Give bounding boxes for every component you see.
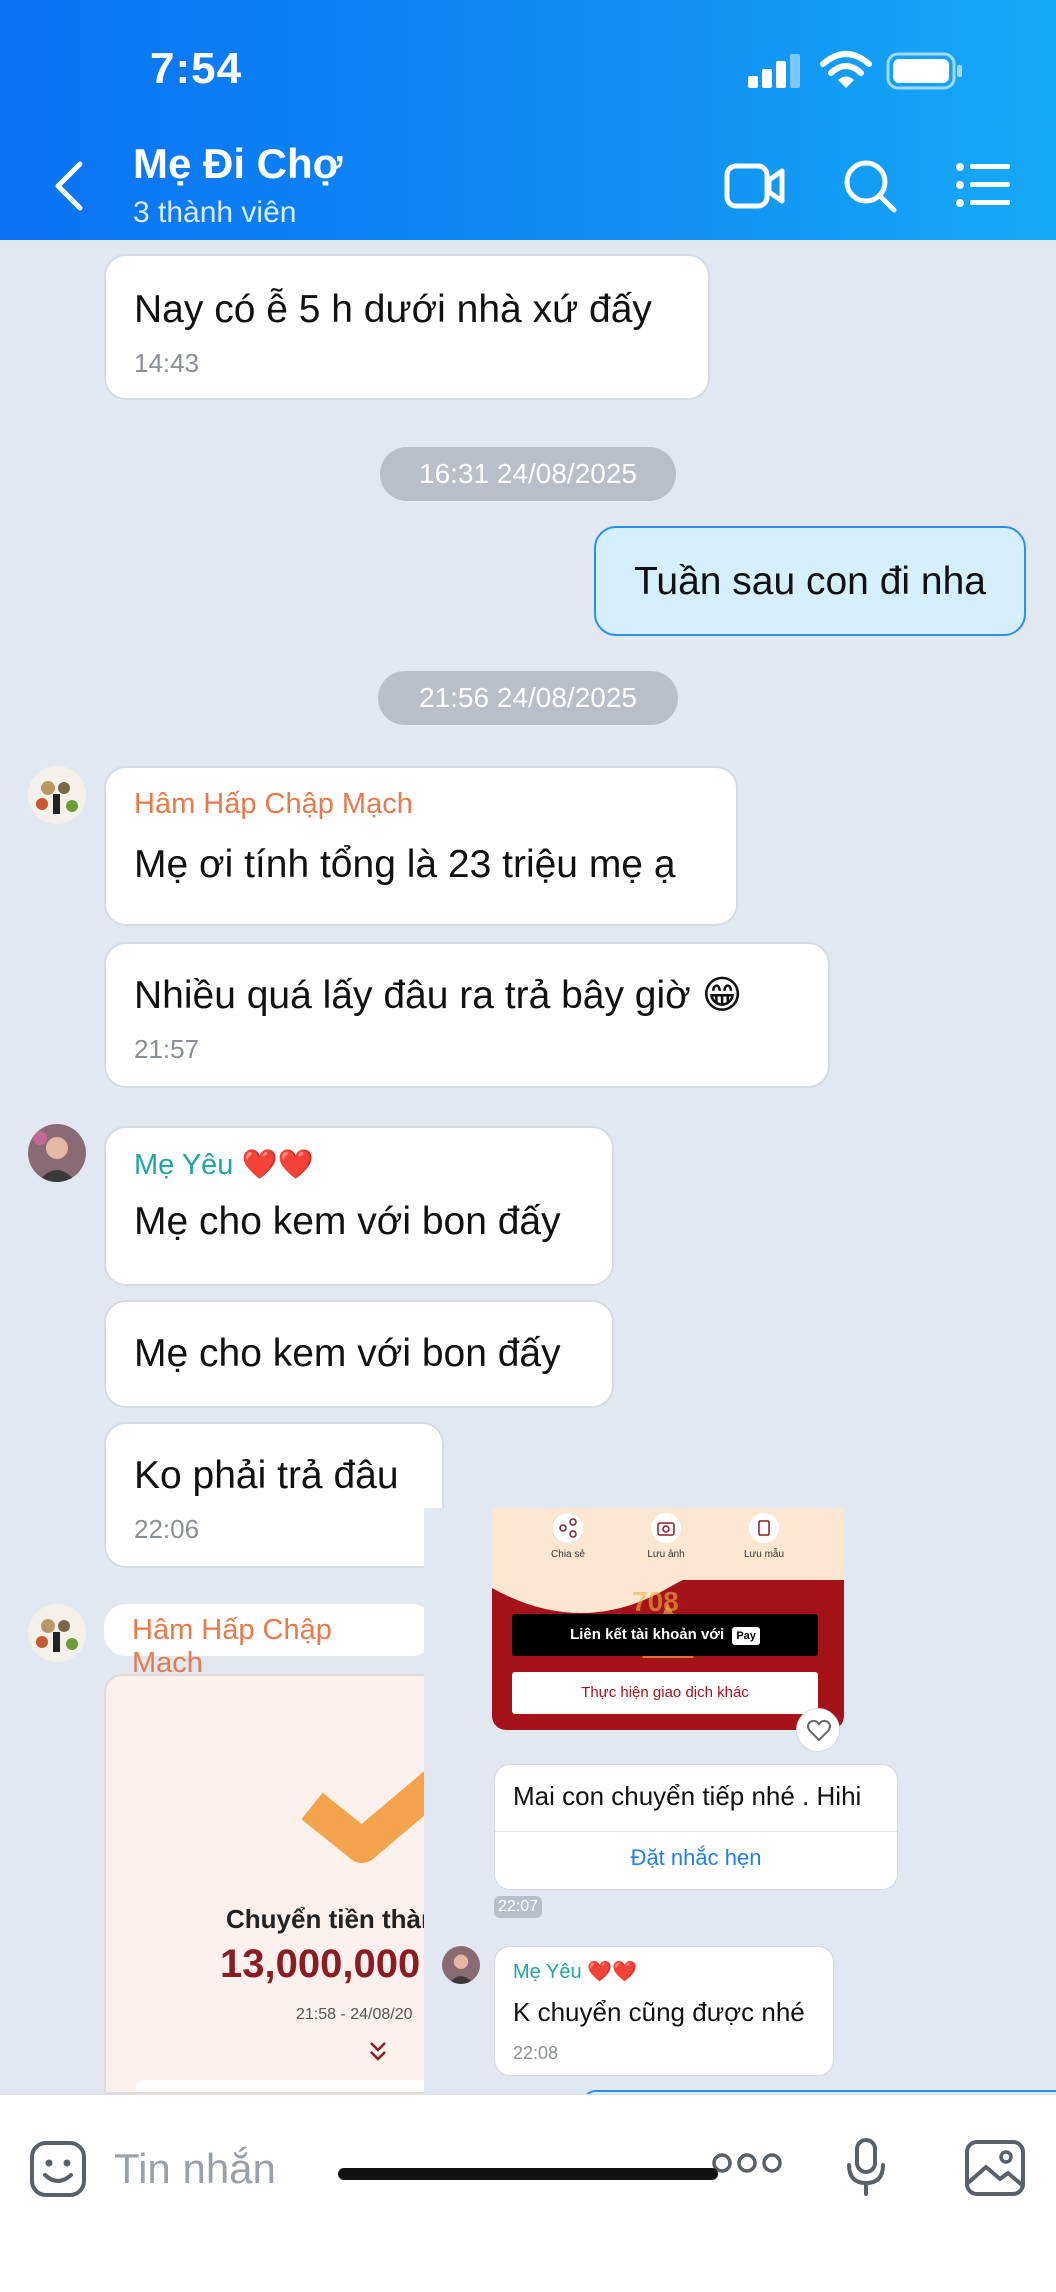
- share-action[interactable]: Chia sẻ: [536, 1512, 600, 1560]
- message-bubble[interactable]: Mẹ Yêu ❤️❤️ Mẹ cho kem với bon đấy: [104, 1126, 614, 1286]
- action-label: Lưu ảnh: [647, 1549, 685, 1560]
- message-bubble[interactable]: Nhiều quá lấy đâu ra trả bây giờ 😁 21:57: [104, 942, 830, 1088]
- checkmark-icon: [302, 1764, 432, 1863]
- sender-name: Mẹ Yêu ❤️❤️: [513, 1961, 637, 1983]
- message-text: K chuyển cũng được nhé: [513, 1997, 805, 2027]
- pay-badge: Pay: [732, 1627, 760, 1645]
- message-bubble[interactable]: Mai con chuyển tiếp nhé . Hihi Đặt nhắc …: [494, 1764, 898, 1890]
- battery-icon: [886, 52, 962, 90]
- time-chip: 22:07: [494, 1896, 543, 1918]
- avatar-image: [448, 1954, 474, 1984]
- heart-outline-icon: [807, 1719, 831, 1742]
- share-icon: [553, 1513, 583, 1543]
- message-text: Tuần sau con đi nha: [634, 560, 986, 603]
- action-label: Chia sẻ: [551, 1549, 585, 1560]
- message-text: Nhiều quá lấy đâu ra trả bây giờ 😁: [134, 974, 743, 1017]
- template-icon: [749, 1513, 779, 1543]
- sender-label: Hâm Hấp Chập Mạch: [104, 1604, 434, 1679]
- home-indicator[interactable]: [338, 2168, 718, 2180]
- overlay-screenshot: Chia sẻ Lưu ảnh Lưu mẫu 708 Liên kết tài…: [424, 1508, 1056, 2094]
- link-account-label: Liên kết tài khoản với: [570, 1626, 725, 1643]
- more-options-icon[interactable]: [712, 2151, 782, 2175]
- avatar-image: [36, 781, 78, 814]
- avatar[interactable]: [28, 1604, 86, 1662]
- avatar[interactable]: [442, 1946, 480, 1984]
- message-time: 21:57: [134, 1034, 200, 1064]
- bank-card: Chia sẻ Lưu ảnh Lưu mẫu 708 Liên kết tài…: [492, 1508, 844, 1730]
- message-text: Mai con chuyển tiếp nhé . Hihi: [513, 1781, 862, 1811]
- receipt-amount: 13,000,000: [220, 1942, 421, 1986]
- like-button[interactable]: [796, 1708, 840, 1752]
- microphone-icon[interactable]: [844, 2137, 888, 2197]
- avatar[interactable]: [28, 766, 86, 824]
- set-reminder-button[interactable]: Đặt nhắc hẹn: [495, 1845, 897, 1871]
- camera-icon: [651, 1513, 681, 1543]
- avatar[interactable]: [28, 1124, 86, 1182]
- date-separator: 21:56 24/08/2025: [378, 671, 678, 725]
- sender-name: Mẹ Yêu ❤️❤️: [134, 1149, 314, 1181]
- message-bubble[interactable]: Mẹ cho kem với bon đấy: [104, 1300, 614, 1408]
- receipt-datetime: 21:58 - 24/08/20: [296, 2006, 413, 2023]
- status-time: 7:54: [150, 44, 243, 93]
- chevron-double-down-icon: [370, 2042, 386, 2061]
- message-text: Ko phải trả đâu: [134, 1454, 399, 1497]
- avatar-image: [36, 1619, 78, 1652]
- save-image-action[interactable]: Lưu ảnh: [634, 1512, 698, 1560]
- sent-message-bubble[interactable]: Tuần sau con đi nha: [594, 526, 1026, 636]
- message-composer: [0, 2094, 1056, 2292]
- message-text: Nay có ễ 5 h dưới nhà xứ đấy: [134, 288, 652, 331]
- search-icon[interactable]: [842, 158, 898, 214]
- receipt-card: [136, 2080, 432, 2092]
- message-time: 14:43: [134, 348, 200, 378]
- message-bubble[interactable]: Nay có ễ 5 h dưới nhà xứ đấy 14:43: [104, 254, 710, 400]
- video-call-icon[interactable]: [724, 160, 786, 212]
- member-count[interactable]: 3 thành viên: [133, 196, 296, 230]
- chat-title[interactable]: Mẹ Đi Chợ: [133, 140, 343, 188]
- sender-name: Hâm Hấp Chập Mạch: [132, 1614, 332, 1679]
- image-gallery-icon[interactable]: [964, 2139, 1026, 2197]
- message-text: Mẹ cho kem với bon đấy: [134, 1200, 561, 1243]
- message-text: Mẹ ơi tính tổng là 23 triệu mẹ ạ: [134, 843, 676, 886]
- message-text: Mẹ cho kem với bon đấy: [134, 1332, 561, 1375]
- transfer-receipt-image[interactable]: Chuyển tiền thàn 13,000,000 21:58 - 24/0…: [104, 1674, 434, 2094]
- other-transaction-button[interactable]: Thực hiện giao dịch khác: [512, 1672, 818, 1714]
- save-template-action[interactable]: Lưu mẫu: [732, 1512, 796, 1560]
- wifi-icon: [820, 51, 872, 88]
- avatar-image: [33, 1131, 76, 1182]
- sticker-icon[interactable]: [28, 2139, 88, 2199]
- divider: [495, 1831, 897, 1832]
- receipt-title: Chuyển tiền thàn: [226, 1904, 434, 1934]
- chat-header: 7:54 Mẹ Đi Chợ 3 thành viên: [0, 0, 1056, 240]
- message-bubble[interactable]: Ko phải trả đâu 22:06: [104, 1422, 444, 1568]
- message-bubble[interactable]: Hâm Hấp Chập Mạch Mẹ ơi tính tổng là 23 …: [104, 766, 738, 926]
- menu-list-icon[interactable]: [956, 162, 1010, 208]
- back-arrow-icon[interactable]: [48, 158, 88, 214]
- sender-name: Hâm Hấp Chập Mạch: [134, 788, 413, 820]
- action-label: Lưu mẫu: [743, 1549, 785, 1560]
- message-time: 22:06: [134, 1514, 200, 1544]
- cellular-signal-icon: [748, 54, 800, 88]
- message-time: 22:08: [513, 2043, 559, 2063]
- message-bubble[interactable]: Mẹ Yêu ❤️❤️ K chuyển cũng được nhé 22:08: [494, 1946, 834, 2076]
- link-account-button[interactable]: Liên kết tài khoản với Pay: [512, 1614, 818, 1656]
- date-separator: 16:31 24/08/2025: [380, 447, 676, 501]
